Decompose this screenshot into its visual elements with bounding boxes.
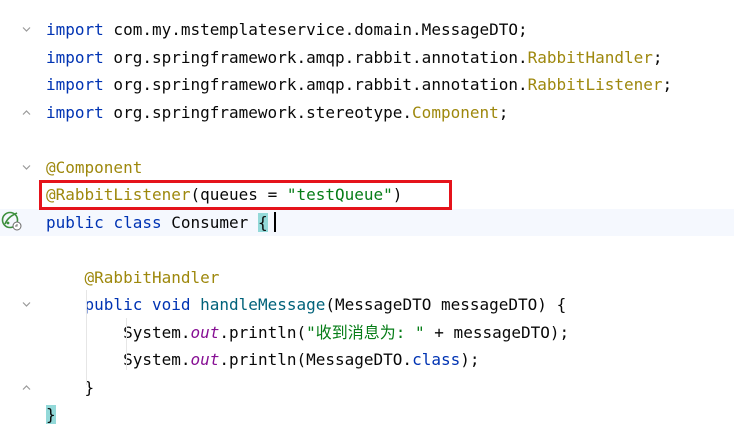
matched-brace: } [46, 405, 56, 424]
code-token: System. [46, 322, 191, 342]
fold-close-icon[interactable] [22, 108, 31, 117]
code-token: ; [662, 75, 673, 94]
code-editor[interactable]: import com.my.mstemplateservice.domain.M… [0, 0, 734, 440]
code-token: ; [498, 102, 509, 122]
text-caret [274, 212, 276, 232]
code-token: @Component [46, 157, 143, 177]
code-text[interactable]: import com.my.mstemplateservice.domain.M… [46, 16, 528, 43]
code-line[interactable]: } [0, 374, 734, 401]
annotation-highlight-box [39, 180, 452, 210]
fold-open-icon[interactable] [22, 25, 31, 34]
spring-bean-icon[interactable] [0, 209, 22, 231]
code-text[interactable]: } [46, 401, 56, 428]
code-line[interactable]: System.out.println(MessageDTO.class); [0, 346, 734, 373]
code-token: .println( [219, 322, 307, 342]
code-token: class [412, 350, 461, 369]
code-token: System. [46, 350, 191, 369]
code-token: out [190, 350, 220, 369]
code-line[interactable]: } [0, 401, 734, 428]
code-text[interactable]: @Component [46, 154, 142, 181]
code-text[interactable]: import org.springframework.stereotype.Co… [46, 99, 508, 126]
code-token: ); [460, 350, 480, 369]
code-token: Component [412, 102, 499, 122]
code-token: ; [652, 47, 663, 67]
code-line[interactable]: System.out.println("收到消息为: " + messageDT… [0, 319, 734, 346]
code-token: import [46, 75, 104, 94]
code-token: + messageDTO); [424, 322, 570, 342]
code-text[interactable]: public class Consumer { [46, 209, 268, 236]
code-line[interactable] [0, 126, 734, 153]
code-line[interactable]: public void handleMessage(MessageDTO mes… [0, 291, 734, 318]
code-token: .println(MessageDTO. [219, 350, 413, 369]
matched-brace: { [257, 212, 268, 232]
code-token: void [151, 295, 191, 314]
code-token: @RabbitHandler [84, 267, 220, 287]
code-token: RabbitHandler [527, 47, 653, 67]
code-line[interactable]: public class Consumer { [0, 208, 734, 236]
code-line[interactable]: import org.springframework.amqp.rabbit.a… [0, 44, 734, 71]
code-token: class [113, 212, 162, 232]
indent-guide [126, 318, 127, 370]
code-token: out [190, 322, 220, 342]
code-token: org.springframework.amqp.rabbit.annotati… [103, 47, 528, 67]
code-token: import [46, 102, 104, 122]
code-token: "收到消息为: " [306, 322, 425, 342]
code-text[interactable]: @RabbitHandler [46, 264, 220, 291]
code-line[interactable]: import org.springframework.stereotype.Co… [0, 99, 734, 126]
code-token: import [46, 20, 104, 39]
code-token: handleMessage [200, 295, 326, 314]
code-token: (MessageDTO messageDTO) { [325, 295, 567, 314]
code-line[interactable] [0, 236, 734, 263]
code-text[interactable]: System.out.println("收到消息为: " + messageDT… [46, 319, 569, 346]
code-token: org.springframework.stereotype. [103, 102, 413, 122]
code-text[interactable]: System.out.println(MessageDTO.class); [46, 346, 480, 373]
code-text[interactable]: import org.springframework.amqp.rabbit.a… [46, 71, 672, 98]
code-token: Consumer [161, 212, 258, 232]
code-line[interactable]: @RabbitHandler [0, 264, 734, 291]
code-text[interactable]: public void handleMessage(MessageDTO mes… [46, 291, 567, 318]
code-token: com.my.mstemplateservice.domain.MessageD… [103, 20, 528, 39]
code-token: import [46, 47, 104, 67]
code-token: public [46, 212, 104, 232]
code-token: RabbitListener [527, 75, 663, 94]
code-line[interactable]: import org.springframework.amqp.rabbit.a… [0, 71, 734, 98]
fold-close-icon[interactable] [22, 383, 31, 392]
fold-open-icon[interactable] [22, 300, 31, 309]
fold-open-icon[interactable] [22, 163, 31, 172]
code-token: org.springframework.amqp.rabbit.annotati… [103, 75, 528, 94]
code-token: public [84, 295, 143, 314]
indent-guide [86, 290, 87, 385]
code-text[interactable]: import org.springframework.amqp.rabbit.a… [46, 44, 663, 71]
code-line[interactable]: @Component [0, 154, 734, 181]
code-line[interactable]: import com.my.mstemplateservice.domain.M… [0, 16, 734, 43]
